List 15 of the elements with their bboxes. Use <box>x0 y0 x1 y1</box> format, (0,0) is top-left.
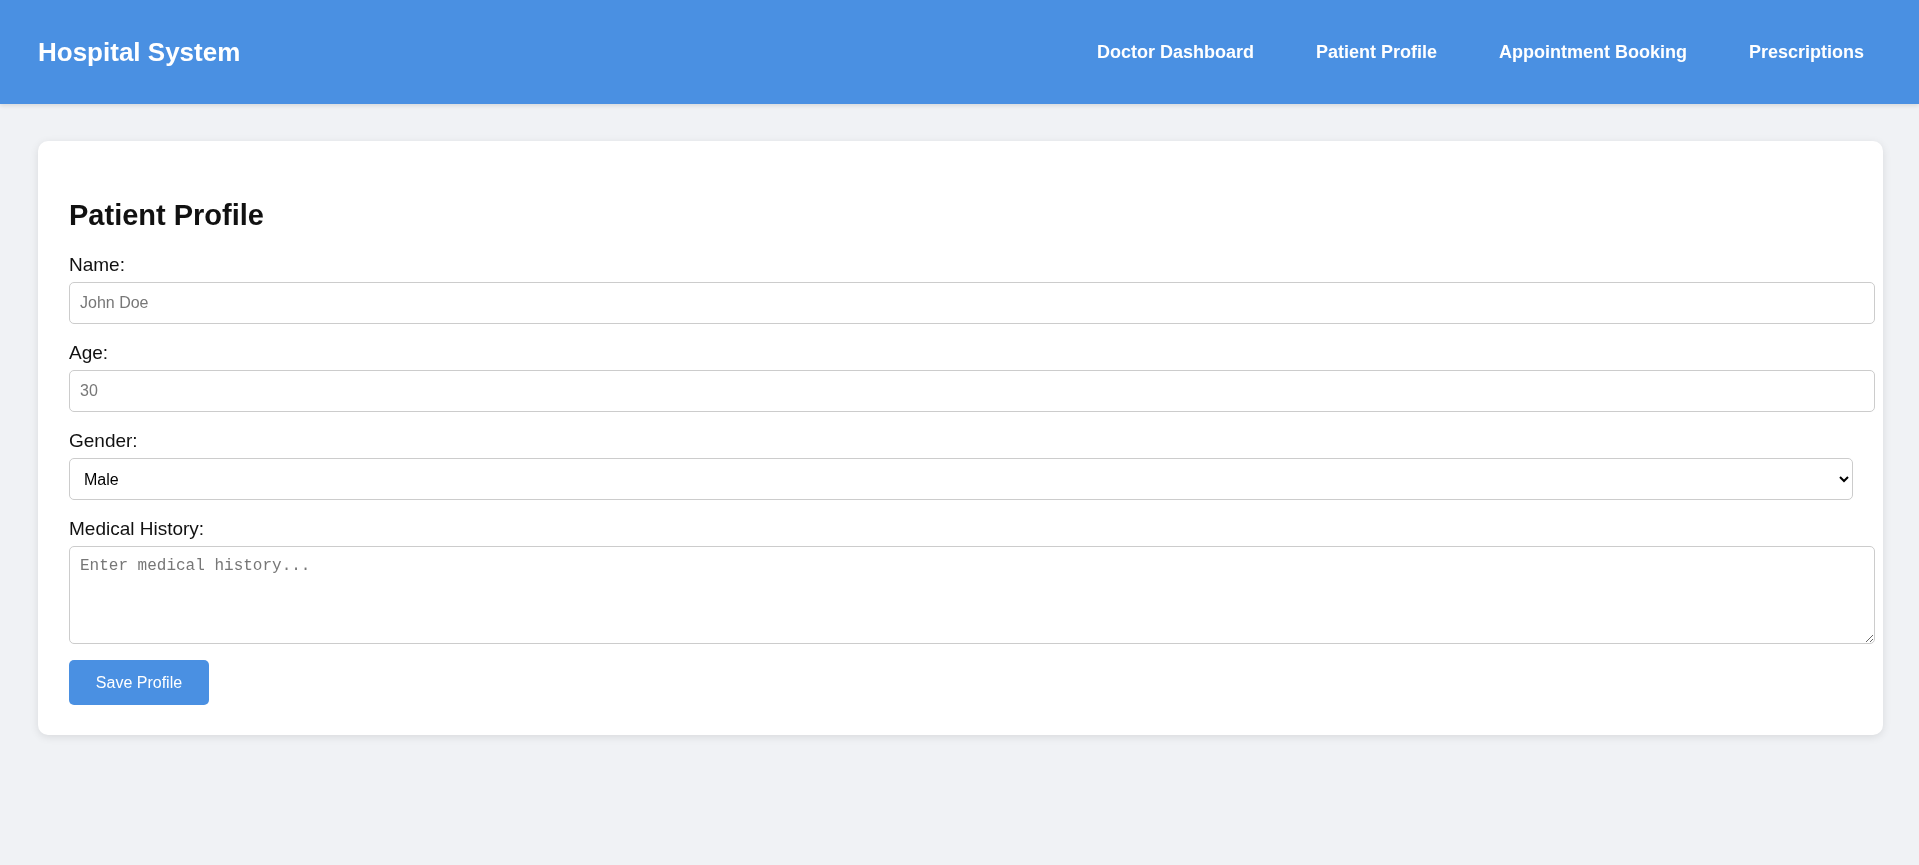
nav-link[interactable]: Doctor Dashboard <box>1096 41 1254 63</box>
field-label: Gender: <box>69 430 138 452</box>
text-area[interactable]: Enter medical history... <box>69 546 1875 644</box>
field-label: Age: <box>69 342 109 364</box>
site-title: Hospital System <box>38 36 241 68</box>
field-label: Medical History: <box>69 518 205 540</box>
nav-link[interactable]: Prescriptions <box>1748 41 1864 63</box>
input-field[interactable]: John Doe <box>69 282 1875 324</box>
nav-link[interactable]: Appointment Booking <box>1498 41 1687 63</box>
page-heading: Patient Profile <box>69 199 264 232</box>
save-button[interactable]: Save Profile <box>69 660 209 705</box>
input-field[interactable]: 30 <box>69 370 1875 412</box>
nav-link[interactable]: Patient Profile <box>1315 41 1437 63</box>
field-label: Name: <box>69 254 125 276</box>
dropdown-field[interactable]: Male <box>69 458 1853 500</box>
